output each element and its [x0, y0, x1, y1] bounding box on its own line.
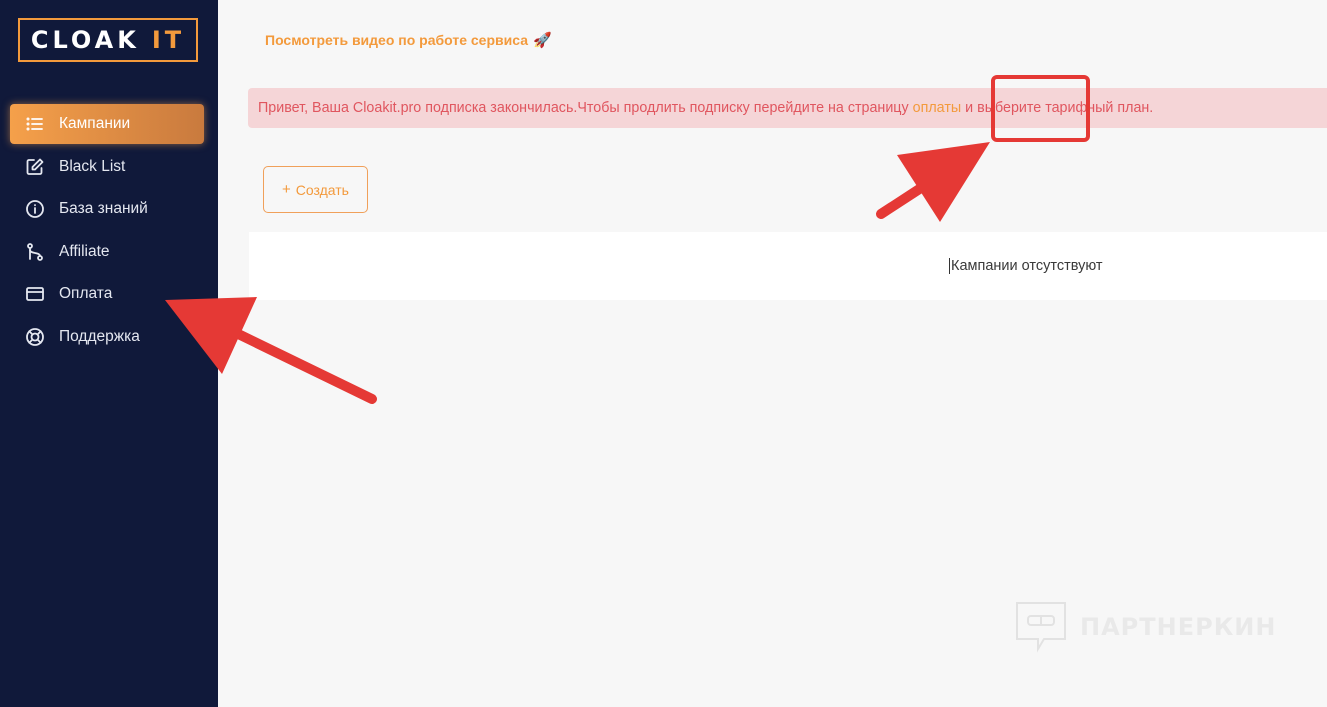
sidebar-nav: Кампании Black List База знаний Affiliat… [10, 104, 204, 359]
lifebuoy-icon [24, 326, 46, 348]
alert-text: Привет, Ваша Cloakit.pro подписка законч… [258, 100, 909, 116]
sidebar-item-knowledge-base[interactable]: База знаний [10, 189, 204, 229]
sidebar-item-campaigns[interactable]: Кампании [10, 104, 204, 144]
video-link-label: Посмотреть видео по работе сервиса [265, 32, 528, 48]
sidebar-item-label: Black List [59, 157, 126, 175]
credit-card-icon [24, 283, 46, 305]
empty-state-text: Кампании отсутствуют [949, 258, 1103, 274]
subscription-expired-alert: Привет, Ваша Cloakit.pro подписка законч… [248, 88, 1327, 128]
logo-accent: IT [151, 26, 186, 54]
sidebar-item-support[interactable]: Поддержка [10, 317, 204, 357]
rocket-icon: 🚀 [532, 32, 552, 49]
logo-main: CLOAK [30, 26, 140, 54]
sidebar-item-label: Кампании [59, 115, 131, 132]
info-icon [24, 198, 46, 220]
git-branch-icon [24, 241, 46, 263]
sidebar: CLOAK IT Кампании Black List База знаний [0, 0, 218, 707]
payment-page-link[interactable]: оплаты [913, 100, 962, 116]
sidebar-item-blacklist[interactable]: Black List [10, 147, 204, 187]
video-tutorial-link[interactable]: Посмотреть видео по работе сервиса 🚀 [265, 31, 552, 49]
plus-icon: + [282, 181, 291, 198]
arrow-to-payment-link [876, 142, 990, 222]
create-button-label: Создать [295, 181, 349, 198]
campaigns-table: Кампании отсутствуют [249, 232, 1327, 300]
sidebar-item-label: Оплата [59, 285, 113, 302]
sidebar-item-label: Поддержка [59, 327, 140, 345]
edit-icon [24, 156, 46, 178]
watermark-logo-icon [1016, 602, 1066, 653]
logo[interactable]: CLOAK IT [18, 18, 198, 62]
sidebar-item-payment[interactable]: Оплата [10, 274, 204, 314]
create-campaign-button[interactable]: + Создать [263, 166, 368, 213]
sidebar-item-label: База знаний [59, 200, 148, 217]
sidebar-item-affiliate[interactable]: Affiliate [10, 232, 204, 272]
watermark-text: ПАРТНЕРКИН [1080, 613, 1277, 641]
alert-text-after: и выберите тарифный план. [965, 100, 1154, 116]
sidebar-item-label: Affiliate [59, 242, 110, 260]
watermark: ПАРТНЕРКИН [1014, 600, 1276, 654]
list-icon [24, 113, 46, 135]
